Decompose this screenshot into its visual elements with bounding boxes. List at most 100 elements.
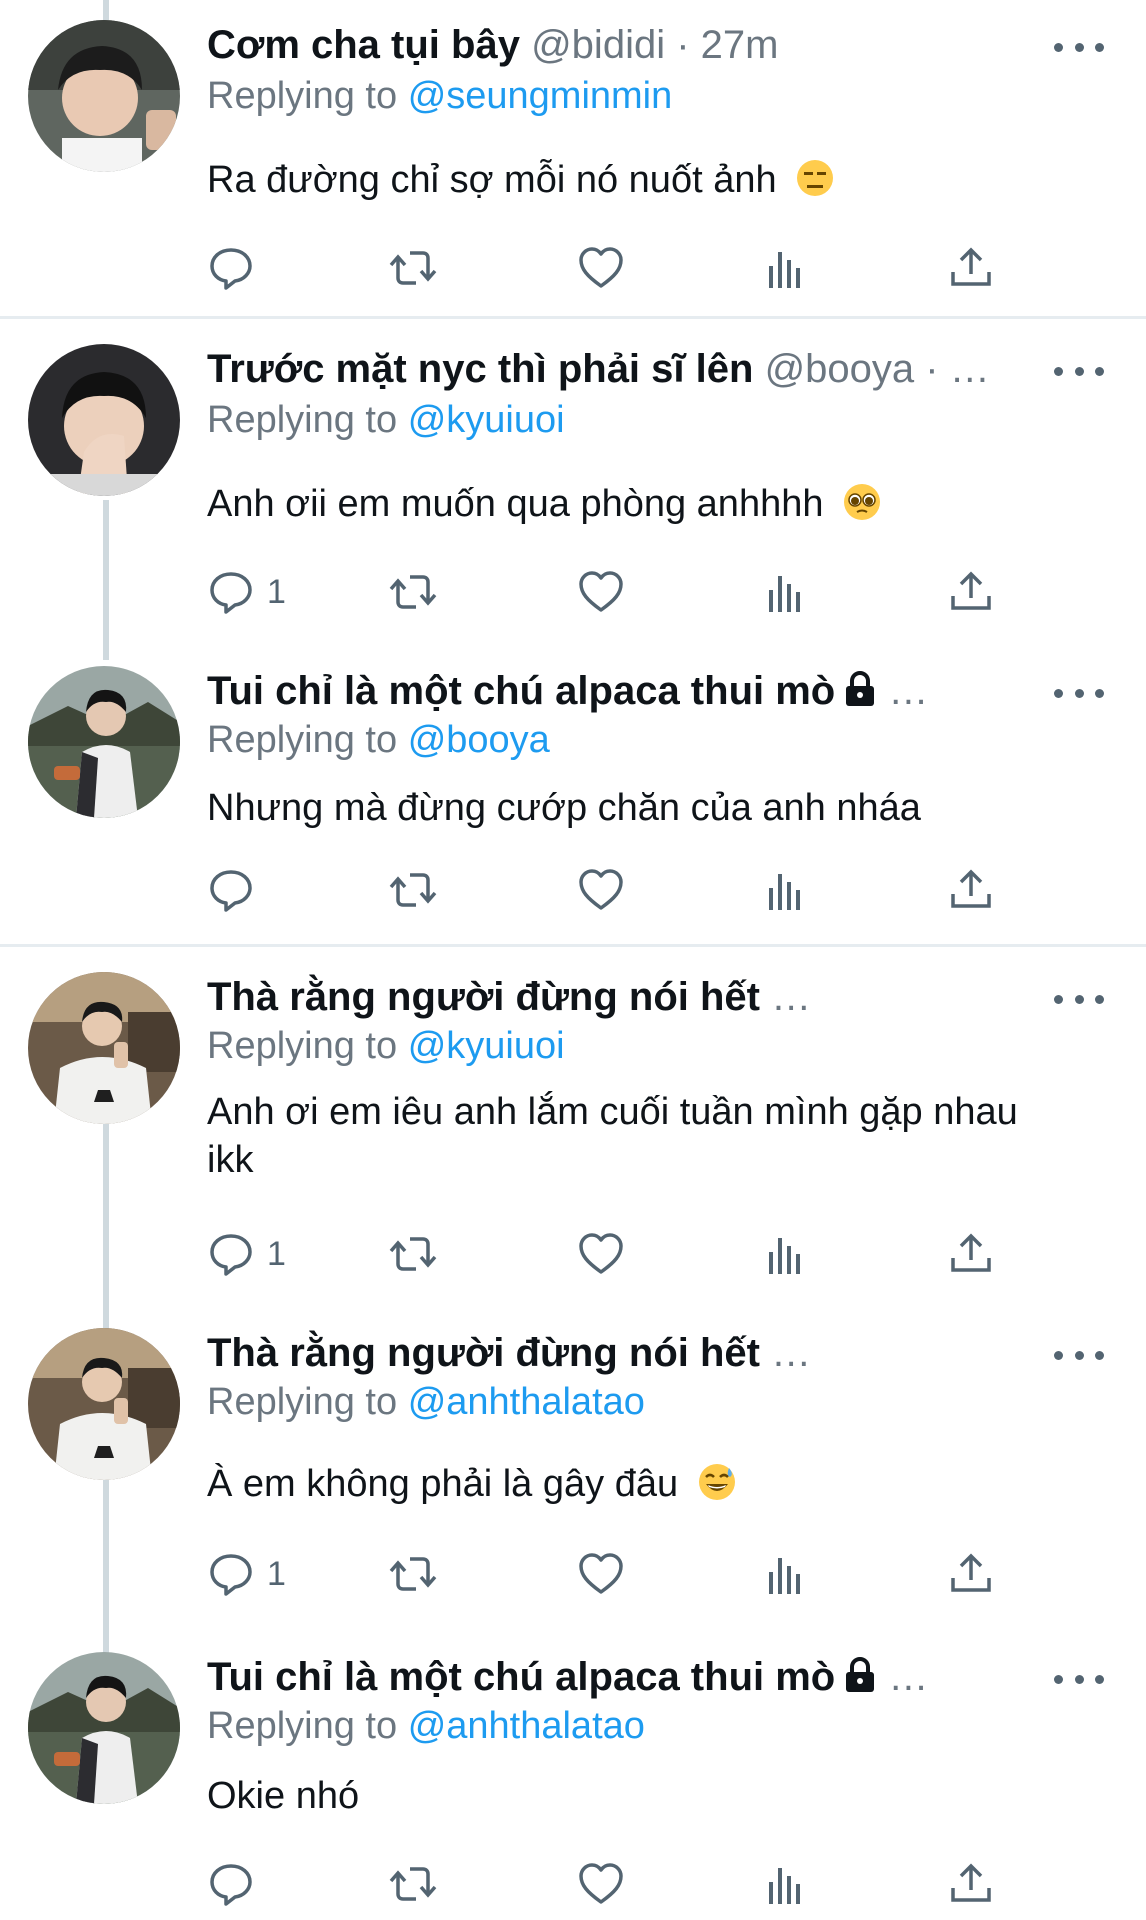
more-options-icon[interactable] [1054, 356, 1104, 386]
reply-button[interactable] [207, 1856, 267, 1912]
retweet-icon [389, 1557, 437, 1591]
reply-icon [210, 1234, 252, 1276]
like-button[interactable] [577, 564, 625, 620]
share-icon [951, 571, 991, 610]
tweet-header: Thà rằng người đừng nói hết … [207, 1328, 1036, 1378]
heart-icon [579, 1553, 623, 1594]
username[interactable]: @booya [765, 347, 915, 391]
analytics-button[interactable] [761, 1546, 809, 1602]
like-button[interactable] [577, 240, 625, 296]
username[interactable]: @bididi [531, 23, 665, 67]
truncation-ellipsis: … [771, 975, 812, 1019]
reply-button[interactable]: 1 [207, 564, 286, 620]
tweet-header: Thà rằng người đừng nói hết … [207, 972, 1036, 1022]
reply-count: 1 [267, 1234, 286, 1273]
display-name[interactable]: Thà rằng người đừng nói hết [207, 975, 760, 1019]
avatar[interactable] [28, 344, 180, 496]
more-options-icon[interactable] [1054, 678, 1104, 708]
retweet-button[interactable] [389, 1856, 437, 1912]
reply-icon [210, 572, 252, 614]
reply-feed: Cơm cha tụi bây @bididi · 27m Replying t… [0, 0, 1146, 1920]
heart-icon [579, 247, 623, 288]
tweet-text-content: Ra đường chỉ sợ mỗi nó nuốt ảnh [207, 159, 777, 201]
retweet-button[interactable] [389, 1226, 437, 1282]
display-name[interactable]: Trước mặt nyc thì phải sĩ lên [207, 347, 753, 391]
retweet-button[interactable] [389, 1546, 437, 1602]
tweet-header: Tui chỉ là một chú alpaca thui mò … [207, 666, 1036, 716]
like-button[interactable] [577, 1226, 625, 1282]
analytics-icon [769, 1558, 800, 1594]
retweet-button[interactable] [389, 240, 437, 296]
analytics-button[interactable] [761, 1226, 809, 1282]
share-button[interactable] [947, 564, 995, 620]
lock-icon [843, 670, 877, 716]
replying-to-label: Replying to [207, 1025, 398, 1067]
analytics-icon [769, 874, 800, 910]
tweet[interactable]: Thà rằng người đừng nói hết … Replying t… [0, 1306, 1146, 1630]
share-button[interactable] [947, 240, 995, 296]
retweet-icon [389, 1237, 437, 1271]
mention-link[interactable]: @kyuiuoi [408, 1025, 565, 1067]
display-name[interactable]: Thà rằng người đừng nói hết [207, 1331, 760, 1375]
analytics-button[interactable] [761, 862, 809, 918]
more-options-icon[interactable] [1054, 984, 1104, 1014]
display-name[interactable]: Tui chỉ là một chú alpaca thui mò [207, 1655, 835, 1699]
avatar[interactable] [28, 1652, 180, 1804]
tweet-actions [207, 1856, 1027, 1912]
mention-link[interactable]: @kyuiuoi [408, 399, 565, 441]
share-button[interactable] [947, 1856, 995, 1912]
timestamp[interactable]: 27m [701, 23, 779, 67]
reply-icon [210, 870, 252, 912]
analytics-icon [769, 1238, 800, 1274]
replying-to: Replying to @kyuiuoi [207, 396, 565, 444]
expressionless-face-icon [795, 158, 835, 210]
avatar[interactable] [28, 972, 180, 1124]
tweet[interactable]: Trước mặt nyc thì phải sĩ lên @booya · …… [0, 320, 1146, 640]
tweet[interactable]: Cơm cha tụi bây @bididi · 27m Replying t… [0, 0, 1146, 316]
like-button[interactable] [577, 862, 625, 918]
display-name[interactable]: Tui chỉ là một chú alpaca thui mò [207, 669, 835, 713]
tweet-text-content: Okie nhó [207, 1775, 360, 1817]
reply-icon [210, 1554, 252, 1596]
analytics-button[interactable] [761, 1856, 809, 1912]
reply-button[interactable] [207, 862, 267, 918]
reply-button[interactable]: 1 [207, 1226, 286, 1282]
like-button[interactable] [577, 1856, 625, 1912]
mention-link[interactable]: @seungminmin [408, 75, 673, 117]
avatar[interactable] [28, 20, 180, 172]
heart-icon [579, 571, 623, 612]
tweet-actions: 1 [207, 1226, 1027, 1282]
retweet-button[interactable] [389, 862, 437, 918]
share-button[interactable] [947, 862, 995, 918]
more-options-icon[interactable] [1054, 1340, 1104, 1370]
mention-link[interactable]: @anhthalatao [408, 1705, 645, 1747]
retweet-icon [389, 575, 437, 609]
reply-count: 1 [267, 1554, 286, 1593]
reply-button[interactable] [207, 240, 267, 296]
retweet-button[interactable] [389, 564, 437, 620]
truncation-ellipsis: … [949, 347, 990, 391]
replying-to: Replying to @anhthalatao [207, 1378, 645, 1426]
share-button[interactable] [947, 1546, 995, 1602]
analytics-button[interactable] [761, 564, 809, 620]
mention-link[interactable]: @anhthalatao [408, 1381, 645, 1423]
tweet[interactable]: Thà rằng người đừng nói hết … Replying t… [0, 948, 1146, 1308]
analytics-button[interactable] [761, 240, 809, 296]
share-button[interactable] [947, 1226, 995, 1282]
retweet-icon [389, 873, 437, 907]
like-button[interactable] [577, 1546, 625, 1602]
reply-icon [210, 248, 252, 290]
mention-link[interactable]: @booya [408, 719, 550, 761]
avatar[interactable] [28, 1328, 180, 1480]
more-options-icon[interactable] [1054, 32, 1104, 62]
display-name[interactable]: Cơm cha tụi bây [207, 23, 520, 67]
share-icon [951, 1863, 991, 1902]
replying-to-label: Replying to [207, 719, 398, 761]
more-options-icon[interactable] [1054, 1664, 1104, 1694]
avatar[interactable] [28, 666, 180, 818]
tweet[interactable]: Tui chỉ là một chú alpaca thui mò … Repl… [0, 1630, 1146, 1920]
tweet-header: Trước mặt nyc thì phải sĩ lên @booya · … [207, 344, 1036, 394]
tweet[interactable]: Tui chỉ là một chú alpaca thui mò … Repl… [0, 644, 1146, 944]
reply-button[interactable]: 1 [207, 1546, 286, 1602]
time-separator: · [665, 23, 701, 67]
